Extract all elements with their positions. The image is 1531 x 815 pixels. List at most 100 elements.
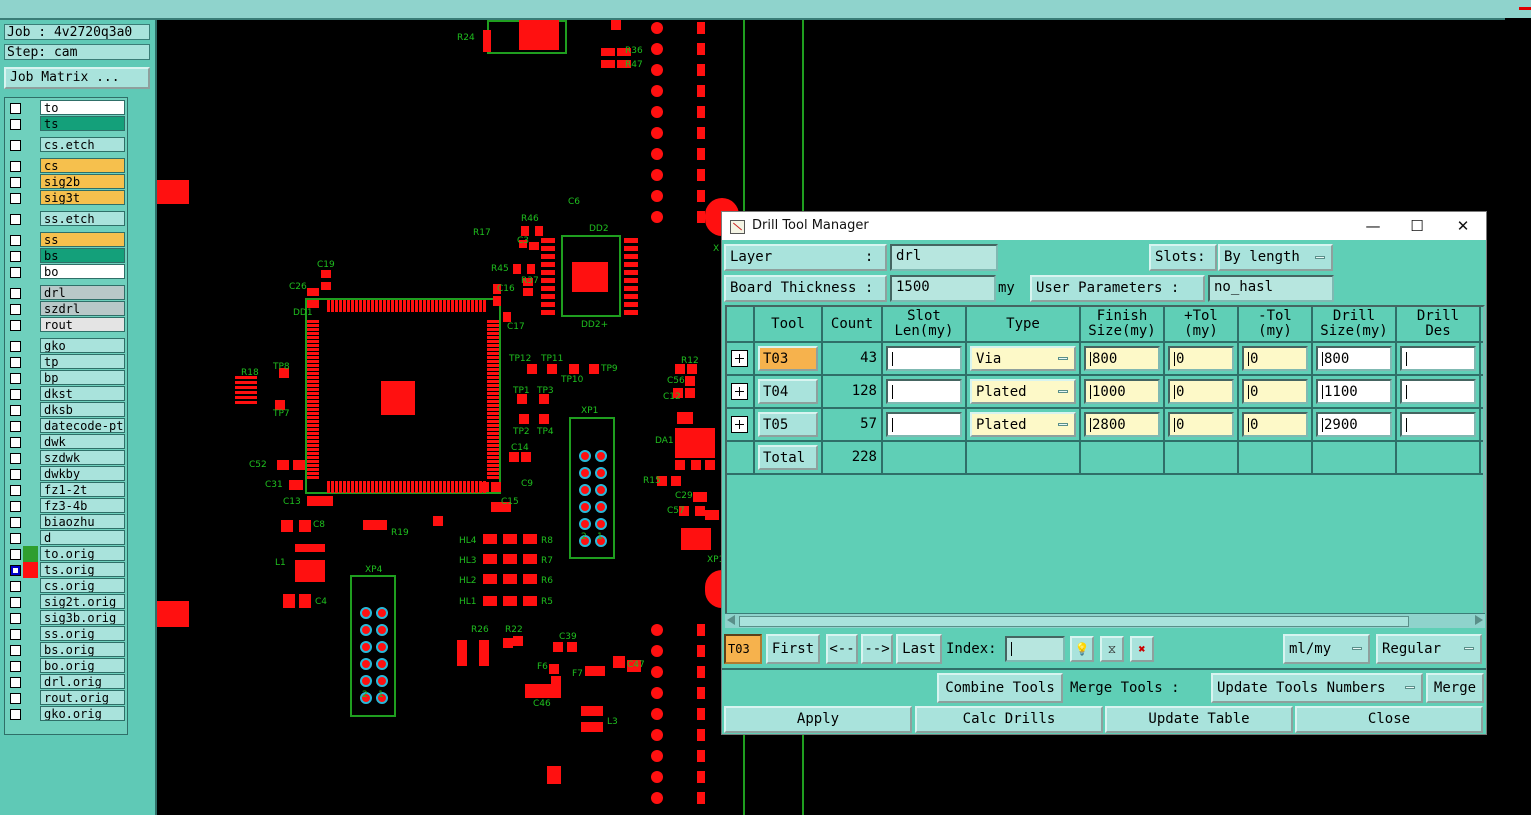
layer-checkbox[interactable]: [10, 304, 21, 315]
user-parameters-input[interactable]: no_hasl: [1208, 275, 1334, 302]
layer-checkbox[interactable]: [10, 613, 21, 624]
tool-type-dropdown[interactable]: Via: [970, 346, 1076, 371]
prev-button[interactable]: <--: [826, 634, 858, 664]
layer-row[interactable]: sig2b: [7, 174, 125, 190]
tool-des-input[interactable]: [1400, 412, 1476, 437]
close-button[interactable]: Close: [1295, 706, 1483, 733]
layer-name[interactable]: szdrl: [40, 301, 125, 316]
layer-checkbox[interactable]: [10, 288, 21, 299]
layer-name[interactable]: bo.orig: [40, 658, 125, 673]
tool-slot-input[interactable]: [886, 379, 962, 404]
tool-drill-input[interactable]: 800: [1316, 346, 1392, 371]
layer-checkbox[interactable]: [10, 405, 21, 416]
board-thickness-input[interactable]: 1500: [890, 275, 996, 302]
next-button[interactable]: -->: [861, 634, 893, 664]
layer-name[interactable]: cs.etch: [40, 137, 125, 152]
layer-name[interactable]: ss.orig: [40, 626, 125, 641]
tool-ptol-input[interactable]: 0: [1168, 412, 1234, 437]
last-button[interactable]: Last: [896, 634, 942, 664]
layer-checkbox[interactable]: [10, 661, 21, 672]
layer-name[interactable]: szdwk: [40, 450, 125, 465]
first-button[interactable]: First: [766, 634, 820, 664]
combine-tools-button[interactable]: Combine Tools: [937, 673, 1063, 703]
tool-drill-input[interactable]: 1100: [1316, 379, 1392, 404]
layer-name[interactable]: sig3t: [40, 190, 125, 205]
filter-icon[interactable]: ⧖: [1100, 636, 1124, 662]
layer-name[interactable]: sig2t.orig: [40, 594, 125, 609]
layer-name[interactable]: to.orig: [40, 546, 125, 561]
expand-row-icon[interactable]: [731, 350, 748, 367]
dialog-titlebar[interactable]: Drill Tool Manager — ☐ ✕: [722, 212, 1486, 240]
tool-drill-input[interactable]: 2900: [1316, 412, 1392, 437]
layer-row[interactable]: bs.orig: [7, 642, 125, 658]
layer-checkbox[interactable]: [10, 485, 21, 496]
update-tools-numbers-dropdown[interactable]: Update Tools Numbers: [1211, 673, 1423, 703]
tool-des-input[interactable]: [1400, 379, 1476, 404]
tool-finish-input[interactable]: 800: [1084, 346, 1160, 371]
layer-checkbox[interactable]: [10, 629, 21, 640]
layer-checkbox[interactable]: [10, 501, 21, 512]
expand-row-icon[interactable]: [731, 416, 748, 433]
layer-name[interactable]: cs: [40, 158, 125, 173]
tool-mtol-input[interactable]: 0: [1242, 379, 1308, 404]
layer-row[interactable]: szdwk: [7, 450, 125, 466]
layer-row[interactable]: ts: [7, 116, 125, 132]
layer-name[interactable]: bs: [40, 248, 125, 263]
layer-row[interactable]: gko: [7, 338, 125, 354]
layer-name[interactable]: datecode-pto: [40, 418, 125, 433]
layer-name[interactable]: tp: [40, 354, 125, 369]
tool-name-button[interactable]: T05: [758, 412, 818, 437]
layer-checkbox[interactable]: [10, 177, 21, 188]
layer-row[interactable]: sig2t.orig: [7, 594, 125, 610]
layer-name[interactable]: ts.orig: [40, 562, 125, 577]
layer-row[interactable]: dwk: [7, 434, 125, 450]
layer-name[interactable]: fz1-2t: [40, 482, 125, 497]
layer-name[interactable]: bp: [40, 370, 125, 385]
layer-checkbox[interactable]: [10, 597, 21, 608]
layer-name[interactable]: gko.orig: [40, 706, 125, 721]
layer-checkbox[interactable]: [10, 193, 21, 204]
layer-row[interactable]: szdrl: [7, 301, 125, 317]
tool-name-button[interactable]: T03: [758, 346, 818, 371]
slots-dropdown[interactable]: By length: [1218, 244, 1333, 271]
close-window-button[interactable]: ✕: [1448, 216, 1478, 236]
layer-checkbox[interactable]: [10, 140, 21, 151]
units-dropdown[interactable]: ml/my: [1283, 634, 1370, 664]
tool-name-button[interactable]: T04: [758, 379, 818, 404]
layer-row[interactable]: ss.etch: [7, 211, 125, 227]
tool-ptol-input[interactable]: 0: [1168, 379, 1234, 404]
layer-checkbox[interactable]: [10, 267, 21, 278]
scroll-left-icon[interactable]: [727, 615, 735, 625]
expand-row-icon[interactable]: [731, 383, 748, 400]
layer-input[interactable]: drl: [890, 244, 998, 271]
layer-row[interactable]: tp: [7, 354, 125, 370]
job-matrix-button[interactable]: Job Matrix ...: [4, 67, 150, 89]
scroll-right-icon[interactable]: [1475, 615, 1483, 625]
layer-checkbox[interactable]: [10, 437, 21, 448]
layer-row[interactable]: rout.orig: [7, 690, 125, 706]
layer-name[interactable]: bs.orig: [40, 642, 125, 657]
layer-checkbox[interactable]: [10, 341, 21, 352]
mode-dropdown[interactable]: Regular: [1376, 634, 1482, 664]
layer-checkbox[interactable]: [10, 469, 21, 480]
layer-row[interactable]: ts.orig: [7, 562, 125, 578]
layer-checkbox[interactable]: [10, 565, 21, 576]
layer-row[interactable]: dkst: [7, 386, 125, 402]
layer-checkbox[interactable]: [10, 103, 21, 114]
layer-row[interactable]: bp: [7, 370, 125, 386]
layer-row[interactable]: drl.orig: [7, 674, 125, 690]
layer-checkbox[interactable]: [10, 161, 21, 172]
layer-row[interactable]: cs: [7, 158, 125, 174]
table-horizontal-scrollbar[interactable]: [725, 613, 1485, 628]
layer-checkbox[interactable]: [10, 581, 21, 592]
layer-checkbox[interactable]: [10, 251, 21, 262]
layer-checkbox[interactable]: [10, 645, 21, 656]
layer-name[interactable]: dwk: [40, 434, 125, 449]
layer-name[interactable]: cs.orig: [40, 578, 125, 593]
layer-name[interactable]: gko: [40, 338, 125, 353]
layer-checkbox[interactable]: [10, 709, 21, 720]
layer-row[interactable]: bs: [7, 248, 125, 264]
layer-row[interactable]: fz3-4b: [7, 498, 125, 514]
layer-row[interactable]: cs.etch: [7, 137, 125, 153]
layer-row[interactable]: gko.orig: [7, 706, 125, 722]
